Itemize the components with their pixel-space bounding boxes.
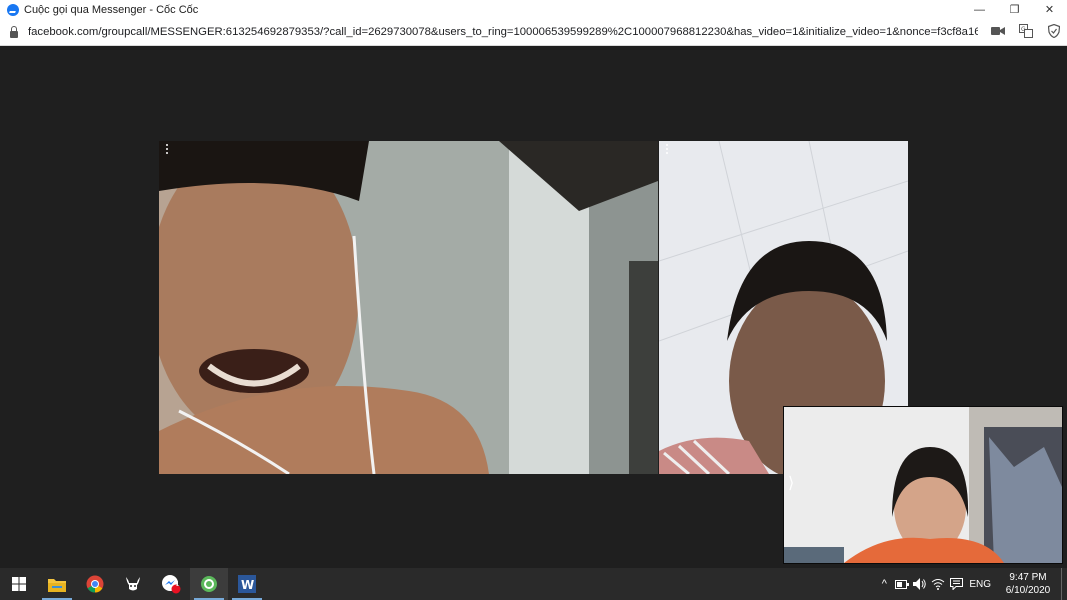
- coccoc-icon: [126, 577, 140, 591]
- taskbar: 1 W ^ ENG 9:47 PM 6/10/2020: [0, 568, 1067, 600]
- taskbar-browser-active[interactable]: [190, 568, 228, 600]
- self-view-frame: [784, 407, 1062, 563]
- clock-date: 6/10/2020: [1005, 585, 1051, 596]
- start-button[interactable]: [0, 568, 38, 600]
- clock-time: 9:47 PM: [1009, 572, 1047, 583]
- minimize-button[interactable]: —: [962, 0, 997, 19]
- taskbar-file-explorer[interactable]: [38, 568, 76, 600]
- url-host: facebook.com: [28, 26, 99, 38]
- participant-video-1-frame: [159, 141, 658, 474]
- window-title: Cuộc gọi qua Messenger - Cốc Cốc: [24, 3, 199, 16]
- notifications-icon[interactable]: [947, 568, 965, 600]
- taskbar-word[interactable]: W: [228, 568, 266, 600]
- camera-icon[interactable]: [991, 24, 1005, 38]
- window-controls: — ❐ ✕: [962, 0, 1067, 19]
- close-button[interactable]: ✕: [1032, 0, 1067, 19]
- system-tray: ^ ENG 9:47 PM 6/10/2020: [875, 568, 1067, 600]
- taskbar-coccoc[interactable]: [114, 568, 152, 600]
- participant-video-1[interactable]: [159, 141, 658, 474]
- more-vertical-icon[interactable]: [166, 144, 170, 156]
- messenger-icon: [7, 3, 19, 16]
- chevron-right-icon[interactable]: ⟩: [788, 473, 794, 493]
- svg-text:W: W: [241, 578, 254, 592]
- show-desktop-button[interactable]: [1061, 568, 1067, 600]
- battery-icon[interactable]: [893, 568, 911, 600]
- restore-button[interactable]: ❐: [997, 0, 1032, 19]
- window-title-bar: Cuộc gọi qua Messenger - Cốc Cốc — ❐ ✕: [0, 0, 1067, 19]
- shield-icon[interactable]: [1047, 24, 1061, 38]
- more-vertical-icon[interactable]: [666, 144, 670, 156]
- wifi-icon[interactable]: [929, 568, 947, 600]
- chrome-icon: [86, 575, 104, 593]
- word-icon: W: [238, 575, 256, 593]
- url-path: /groupcall/MESSENGER:613254692879353/?ca…: [98, 26, 978, 38]
- self-view-video[interactable]: ⟩: [783, 406, 1063, 564]
- clock[interactable]: 9:47 PM 6/10/2020: [999, 571, 1057, 597]
- taskbar-chrome[interactable]: [76, 568, 114, 600]
- folder-icon: [48, 578, 66, 592]
- volume-icon[interactable]: [911, 568, 929, 600]
- address-bar[interactable]: facebook.com/groupcall/MESSENGER:6132546…: [0, 19, 1067, 46]
- windows-icon: [12, 577, 26, 591]
- taskbar-messenger[interactable]: 1: [152, 568, 190, 600]
- svg-text:G: G: [1021, 26, 1026, 33]
- translate-icon[interactable]: G: [1019, 24, 1033, 38]
- address-bar-icons: G: [991, 24, 1061, 38]
- show-hidden-icons-icon[interactable]: ^: [875, 568, 893, 600]
- url-text[interactable]: facebook.com/groupcall/MESSENGER:6132546…: [28, 26, 978, 38]
- input-language[interactable]: ENG: [969, 579, 991, 590]
- lock-icon[interactable]: [10, 25, 18, 38]
- browser-icon: [201, 576, 217, 592]
- notification-badge: 1: [175, 581, 180, 588]
- call-area: ⟩: [0, 47, 1067, 568]
